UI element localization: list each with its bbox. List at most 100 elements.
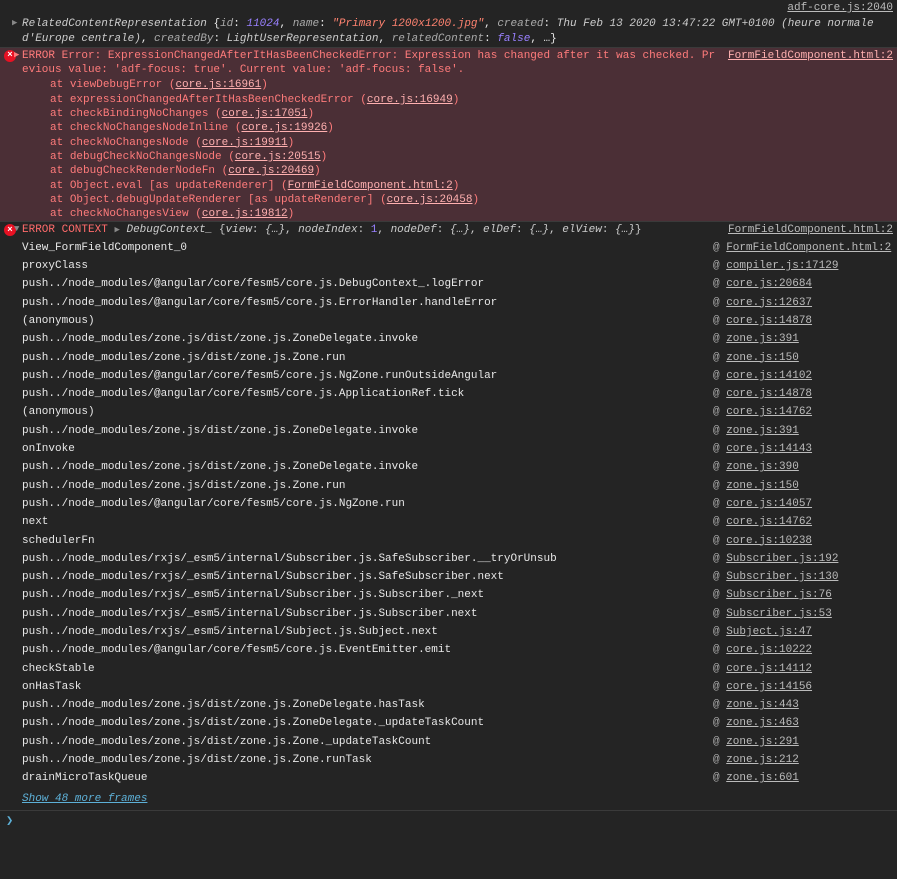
source-link[interactable]: zone.js:601 <box>726 772 799 784</box>
source-link[interactable]: Subscriber.js:76 <box>726 589 832 601</box>
source-link[interactable]: core.js:14112 <box>726 663 812 675</box>
stack-frame-row: push../node_modules/zone.js/dist/zone.js… <box>0 733 897 751</box>
source-link[interactable]: adf-core.js:2040 <box>787 2 893 14</box>
source-link[interactable]: core.js:16949 <box>367 94 453 106</box>
source-link[interactable]: core.js:20515 <box>235 151 321 163</box>
frame-function: drainMicroTaskQueue <box>22 771 713 785</box>
stack-frame-row: push../node_modules/zone.js/dist/zone.js… <box>0 422 897 440</box>
stack-frame: at Object.eval [as updateRenderer] (Form… <box>0 179 897 193</box>
source-link[interactable]: zone.js:150 <box>726 480 799 492</box>
stack-frame-row: View_FormFieldComponent_0 @ FormFieldCom… <box>0 239 897 257</box>
source-link[interactable]: core.js:14878 <box>726 388 812 400</box>
source-link[interactable]: FormFieldComponent.html:2 <box>288 180 453 192</box>
frame-source: @ zone.js:150 <box>713 351 893 365</box>
source-link[interactable]: compiler.js:17129 <box>726 260 838 272</box>
source-link[interactable]: core.js:20458 <box>387 194 473 206</box>
source-link[interactable]: core.js:19911 <box>202 137 288 149</box>
source-link[interactable]: zone.js:390 <box>726 461 799 473</box>
stack-frame-row: drainMicroTaskQueue@ zone.js:601 <box>0 769 897 787</box>
source-link[interactable]: zone.js:291 <box>726 736 799 748</box>
stack-frame-row: push../node_modules/zone.js/dist/zone.js… <box>0 349 897 367</box>
source-link[interactable]: core.js:16961 <box>175 79 261 91</box>
source-link[interactable]: core.js:17051 <box>222 108 308 120</box>
source-link[interactable]: core.js:14057 <box>726 498 812 510</box>
source-link[interactable]: FormFieldComponent.html:2 <box>728 224 893 236</box>
frame-source: @ Subscriber.js:130 <box>713 570 893 584</box>
frame-function: push../node_modules/zone.js/dist/zone.js… <box>22 698 713 712</box>
frame-source: @ core.js:14762 <box>713 515 893 529</box>
expand-arrow-icon[interactable] <box>14 50 19 62</box>
frame-function: checkNoChangesNode <box>70 137 189 149</box>
source-link[interactable]: Subscriber.js:192 <box>726 553 838 565</box>
expand-arrow-icon[interactable] <box>12 18 17 30</box>
source-link[interactable]: zone.js:391 <box>726 425 799 437</box>
frame-function: checkBindingNoChanges <box>70 108 209 120</box>
frame-source: @ core.js:14878 <box>713 314 893 328</box>
frame-function: push../node_modules/@angular/core/fesm5/… <box>22 497 713 511</box>
frame-source: @ Subscriber.js:192 <box>713 552 893 566</box>
frame-function: push../node_modules/@angular/core/fesm5/… <box>22 369 713 383</box>
stack-frame-row: push../node_modules/rxjs/_esm5/internal/… <box>0 550 897 568</box>
source-link[interactable]: Subject.js:47 <box>726 626 812 638</box>
source-link[interactable]: core.js:20684 <box>726 278 812 290</box>
stack-frame-row: push../node_modules/zone.js/dist/zone.js… <box>0 714 897 732</box>
source-link[interactable]: core.js:20469 <box>228 165 314 177</box>
frame-source: @ zone.js:391 <box>713 332 893 346</box>
frame-function: debugCheckRenderNodeFn <box>70 165 215 177</box>
source-link[interactable]: core.js:10238 <box>726 535 812 547</box>
frame-source: @ compiler.js:17129 <box>713 259 893 273</box>
frame-function: (anonymous) <box>22 314 713 328</box>
show-more-frames-link[interactable]: Show 48 more frames <box>0 788 897 810</box>
frame-function: View_FormFieldComponent_0 <box>22 241 713 255</box>
source-link[interactable]: core.js:14143 <box>726 443 812 455</box>
source-link[interactable]: zone.js:150 <box>726 352 799 364</box>
source-link[interactable]: FormFieldComponent.html:2 <box>726 242 891 254</box>
frame-function: push../node_modules/zone.js/dist/zone.js… <box>22 332 713 346</box>
source-link[interactable]: Subscriber.js:130 <box>726 571 838 583</box>
source-link[interactable]: core.js:14102 <box>726 370 812 382</box>
error-message: ERROR Error: ExpressionChangedAfterItHas… <box>22 49 728 78</box>
source-link[interactable]: FormFieldComponent.html:2 <box>728 50 893 62</box>
frame-source: @ FormFieldComponent.html:2 <box>713 241 893 255</box>
frame-function: onHasTask <box>22 680 713 694</box>
source-link[interactable]: zone.js:463 <box>726 717 799 729</box>
source-link[interactable]: zone.js:212 <box>726 754 799 766</box>
error-context-row: × ERROR CONTEXT DebugContext_ {view: {…}… <box>0 221 897 238</box>
console-prompt[interactable]: ❯ <box>0 810 897 833</box>
frame-function: (anonymous) <box>22 405 713 419</box>
frame-source: @ core.js:14057 <box>713 497 893 511</box>
frame-function: debugCheckNoChangesNode <box>70 151 222 163</box>
source-link[interactable]: core.js:14156 <box>726 681 812 693</box>
frame-function: push../node_modules/rxjs/_esm5/internal/… <box>22 625 713 639</box>
stack-frame-row: schedulerFn@ core.js:10238 <box>0 532 897 550</box>
source-link[interactable]: core.js:10222 <box>726 644 812 656</box>
frame-source: @ zone.js:443 <box>713 698 893 712</box>
stack-frame: at debugCheckRenderNodeFn (core.js:20469… <box>0 164 897 178</box>
stack-frame-row: (anonymous)@ core.js:14878 <box>0 312 897 330</box>
object-preview[interactable]: RelatedContentRepresentation {id: 11024,… <box>22 17 893 46</box>
frame-function: push../node_modules/zone.js/dist/zone.js… <box>22 735 713 749</box>
source-link[interactable]: core.js:12637 <box>726 297 812 309</box>
stack-frame-row: push../node_modules/@angular/core/fesm5/… <box>0 495 897 513</box>
frame-source: @ Subscriber.js:76 <box>713 588 893 602</box>
source-link[interactable]: zone.js:391 <box>726 333 799 345</box>
frame-function: push../node_modules/zone.js/dist/zone.js… <box>22 716 713 730</box>
stack-frame-row: push../node_modules/zone.js/dist/zone.js… <box>0 696 897 714</box>
source-link[interactable]: core.js:19812 <box>202 208 288 220</box>
context-preview[interactable]: ERROR CONTEXT DebugContext_ {view: {…}, … <box>22 223 728 237</box>
source-link[interactable]: zone.js:443 <box>726 699 799 711</box>
source-link[interactable]: Subscriber.js:53 <box>726 608 832 620</box>
expand-arrow-icon[interactable] <box>14 224 19 236</box>
stack-frame: at debugCheckNoChangesNode (core.js:2051… <box>0 150 897 164</box>
stack-frame-row: push../node_modules/zone.js/dist/zone.js… <box>0 458 897 476</box>
stack-frame-row: onInvoke@ core.js:14143 <box>0 440 897 458</box>
source-link[interactable]: core.js:14878 <box>726 315 812 327</box>
expand-arrow-icon[interactable] <box>114 225 119 235</box>
frame-function: expressionChangedAfterItHasBeenCheckedEr… <box>70 94 354 106</box>
frame-function: push../node_modules/rxjs/_esm5/internal/… <box>22 552 713 566</box>
source-link[interactable]: core.js:14762 <box>726 516 812 528</box>
frame-function: push../node_modules/@angular/core/fesm5/… <box>22 387 713 401</box>
frame-function: proxyClass <box>22 259 713 273</box>
source-link[interactable]: core.js:14762 <box>726 406 812 418</box>
source-link[interactable]: core.js:19926 <box>241 122 327 134</box>
